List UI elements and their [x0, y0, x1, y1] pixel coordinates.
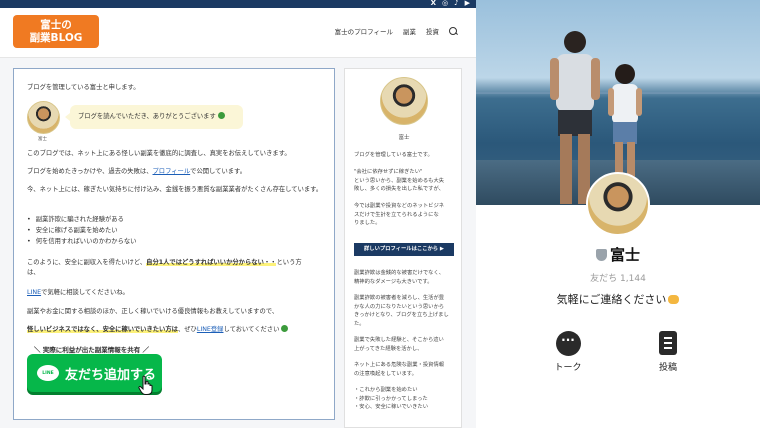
- site-logo[interactable]: 富士の 副業BLOG: [13, 15, 99, 48]
- p2-text: ブログを始めたきっかけや、過去の失敗は、: [27, 168, 153, 175]
- x-icon[interactable]: X: [431, 0, 436, 8]
- sidebar-text: かな人の力になりたいという思いから: [354, 303, 445, 310]
- profile-name: 富士: [476, 244, 760, 265]
- paragraph-1: このブログでは、ネット上にある怪しい副業を徹底的に調査し、真実をお伝えしていきま…: [27, 150, 291, 157]
- global-nav: 富士のプロフィール 副業 投資: [335, 26, 458, 36]
- pointer-hand-icon: [138, 375, 153, 395]
- sidebar-text: ・これから副業を始めたい: [354, 387, 418, 393]
- intro-text: ブログを管理している富士と申します。: [27, 84, 140, 91]
- profile-avatar[interactable]: [586, 172, 650, 236]
- line-profile: 富士 友だち 1,144 気軽にご連絡ください ··· トーク 投稿: [476, 0, 760, 428]
- p2-text-end: で公開しています。: [190, 168, 247, 175]
- nav-item-side-job[interactable]: 副業: [403, 26, 416, 36]
- blog-page: X ◎ ♪ ▶ 富士の 副業BLOG 富士のプロフィール 副業 投資 ブログを管…: [0, 0, 476, 428]
- sidebar-text: ネット上にある危険な副業・投資情報: [354, 362, 445, 368]
- highlight-text: 怪しいビジネスではなく、安全に稼いでいきたい方は: [27, 326, 178, 333]
- sidebar-avatar: [380, 77, 428, 125]
- chat-icon: ···: [555, 330, 581, 356]
- posts-button[interactable]: 投稿: [638, 330, 698, 373]
- p4-text: このように、安全に副収入を得たいけど、: [27, 259, 147, 266]
- sidebar-text: 副業詐欺の被害者を減らし、生活が豊: [354, 295, 445, 301]
- smile-icon: [217, 112, 225, 119]
- author-avatar: [27, 101, 60, 134]
- list-item: 何を信用すればいいのかわからない: [27, 236, 137, 247]
- sidebar-text: きっかけとなり、ブログを立ち上げまし: [354, 312, 449, 318]
- logo-line-2: 副業BLOG: [29, 32, 83, 44]
- p7-text: 、ぜひ: [177, 326, 197, 333]
- shield-icon: [595, 249, 607, 261]
- author-name: 富士: [38, 137, 47, 142]
- paragraph-7: 怪しいビジネスではなく、安全に稼いでいきたい方は、ぜひLINE登録しておいてくだ…: [27, 325, 289, 334]
- paragraph-3: 今、ネット上には、稼ぎたい気持ちに付け込み、金銭を振う悪質な副業業者がたくさん存…: [27, 186, 323, 193]
- sidebar-text: 副業詐欺は金銭的な被害だけでなく、: [354, 270, 445, 276]
- profile-link[interactable]: プロフィール: [153, 168, 191, 175]
- search-icon[interactable]: [449, 26, 458, 36]
- sidebar-text: の注意喚起をしています。: [354, 370, 417, 377]
- line-link[interactable]: LINE: [27, 289, 41, 296]
- instagram-icon[interactable]: ◎: [442, 0, 448, 8]
- tiktok-icon[interactable]: ♪: [454, 0, 458, 8]
- talk-button[interactable]: ··· トーク: [538, 330, 598, 373]
- top-bar: X ◎ ♪ ▶: [0, 0, 476, 8]
- p5-text: で気軽に相談してくださいね。: [41, 289, 129, 296]
- sidebar-text: 副業で失敗した経験と、そこから這い: [354, 337, 444, 343]
- handshake-icon: [668, 295, 680, 304]
- sidebar-text: ・安心、安全に稼いでいきたい: [354, 404, 428, 410]
- paragraph-6: 副業やお金に関する相談のほか、正しく稼いでいける優良情報もお教えしていますので、: [27, 308, 279, 315]
- profile-name-text: 富士: [609, 246, 640, 264]
- line-register-link[interactable]: LINE登録: [197, 326, 224, 333]
- paragraph-5: LINEで気軽に相談してくださいね。: [27, 288, 129, 297]
- site-header: 富士の 副業BLOG 富士のプロフィール 副業 投資: [0, 8, 476, 58]
- sidebar-text: という思いから、副業を始めるも大失: [354, 177, 445, 184]
- sidebar-text: りました。: [354, 220, 381, 226]
- p4-text-end: という方: [276, 259, 302, 266]
- sidebar-text: 敗し、多くの損失を出した私ですが、: [354, 186, 444, 192]
- friends-count: 友だち 1,144: [590, 274, 646, 284]
- line-icon: LINE: [37, 365, 59, 381]
- list-item: 安全に稼げる副業を始めたい: [27, 225, 136, 236]
- nav-item-profile[interactable]: 富士のプロフィール: [335, 26, 393, 36]
- social-links: X ◎ ♪ ▶: [431, 0, 470, 8]
- highlight-text: 自分1人ではどうすればいいか分からない・・: [146, 259, 277, 266]
- talk-label: トーク: [554, 363, 582, 373]
- sidebar-author-name: 富士: [398, 135, 410, 141]
- concern-list: 副業詐欺に騙された経験がある 安全に稼げる副業を始めたい 何を信用すればいいのか…: [27, 214, 137, 247]
- paragraph-4-cont: は、: [27, 269, 40, 276]
- list-item: 副業詐欺に騙された経験がある: [27, 214, 136, 225]
- paragraph-2: ブログを始めたきっかけや、過去の失敗は、プロフィールで公開しています。: [27, 167, 246, 176]
- nav-item-investment[interactable]: 投資: [426, 26, 439, 36]
- sidebar-text: 今では副業や投資などのネットビジネ: [354, 203, 445, 209]
- cta-caption: ＼ 実際に利益が出た副業情報を共有 ／: [34, 346, 150, 354]
- sidebar-text: スだけで生計を立てられるようにな: [354, 211, 439, 218]
- speech-bubble: ブログを読んでいただき、ありがとうございます: [65, 105, 243, 129]
- profile-detail-button[interactable]: 詳しいプロフィールはここから ▶: [354, 243, 454, 256]
- sidebar-text: た。: [354, 320, 365, 327]
- sidebar-text: 精神的なダメージも大きいです。: [354, 278, 433, 285]
- main-article: ブログを管理している富士と申します。 富士 ブログを読んでいただき、ありがとうご…: [13, 68, 335, 420]
- smile-icon: [281, 325, 289, 332]
- posts-icon: [659, 331, 677, 355]
- status-message: 気軽にご連絡ください: [476, 291, 760, 307]
- sidebar-text: 上がってきた経験を活かし、: [354, 345, 423, 352]
- sidebar-text: ブログを管理している富士です。: [354, 152, 433, 158]
- posts-label: 投稿: [658, 363, 677, 373]
- logo-line-1: 富士の: [40, 19, 72, 31]
- sidebar-text: ・詐欺に引っかかってしまった: [354, 395, 428, 402]
- sidebar: 富士 ブログを管理している富士です。 "会社に依存せずに稼ぎたい" という思いか…: [344, 68, 462, 428]
- paragraph-4: このように、安全に副収入を得たいけど、自分1人ではどうすればいいか分からない・・…: [27, 258, 302, 267]
- sidebar-text: "会社に依存せずに稼ぎたい": [354, 169, 423, 175]
- bubble-text: ブログを読んでいただき、ありがとうございます: [78, 113, 216, 120]
- status-text: 気軽にご連絡ください: [556, 293, 667, 306]
- youtube-icon[interactable]: ▶: [465, 0, 470, 8]
- p7-text-end: しておいてください: [223, 326, 280, 333]
